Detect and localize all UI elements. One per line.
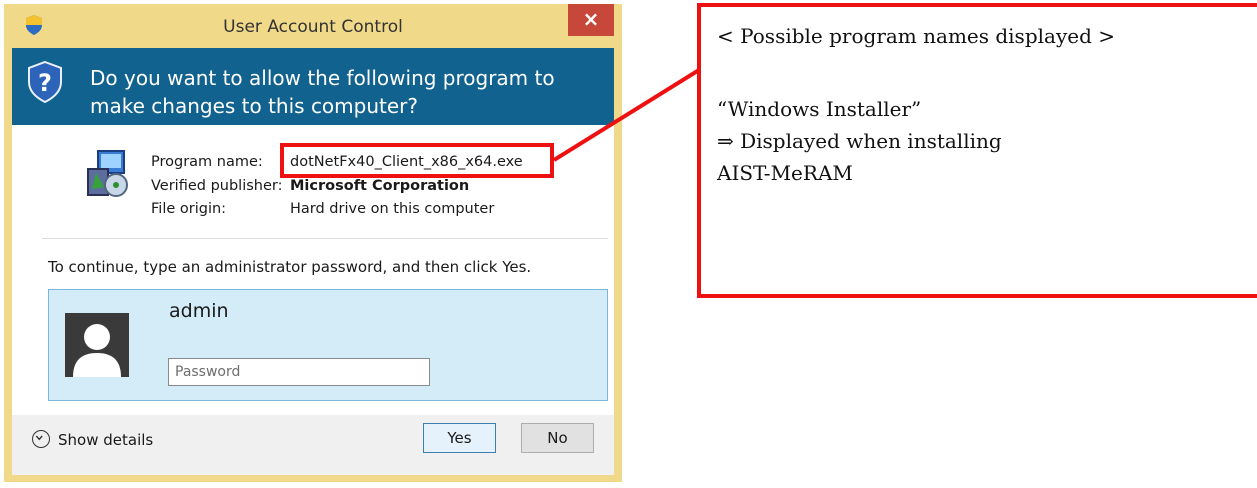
publisher-label: Verified publisher:: [151, 178, 283, 194]
chevron-down-icon[interactable]: [32, 430, 50, 448]
credential-tile[interactable]: admin: [48, 289, 608, 401]
username: admin: [169, 300, 229, 322]
continue-instruction: To continue, type an administrator passw…: [48, 258, 532, 276]
uac-dialog: User Account Control × ? Do you want to …: [4, 4, 622, 482]
callout-note-line2: AIST-MeRAM: [717, 161, 853, 185]
show-details-link[interactable]: Show details: [58, 431, 153, 449]
program-name-label: Program name:: [151, 154, 263, 170]
prompt-question: Do you want to allow the following progr…: [90, 66, 555, 118]
no-button[interactable]: No: [521, 423, 594, 453]
annotation-callout: < Possible program names displayed > “Wi…: [697, 3, 1257, 298]
title-bar: User Account Control ×: [4, 4, 622, 48]
yes-button[interactable]: Yes: [423, 423, 496, 453]
dialog-footer: Show details Yes No: [12, 415, 614, 475]
question-shield-icon: ?: [28, 60, 62, 104]
file-origin-value: Hard drive on this computer: [290, 201, 495, 217]
publisher-row: Verified publisher: Microsoft Corporation: [151, 178, 469, 194]
close-button[interactable]: ×: [568, 4, 614, 36]
svg-text:?: ?: [38, 69, 52, 97]
window-title: User Account Control: [223, 17, 403, 37]
file-origin-row: File origin: Hard drive on this computer: [151, 201, 494, 217]
divider: [42, 238, 608, 239]
installer-program-icon: [87, 150, 128, 197]
publisher-value: Microsoft Corporation: [290, 178, 470, 194]
user-avatar-icon: [65, 313, 129, 377]
file-origin-label: File origin:: [151, 201, 227, 217]
password-input[interactable]: [168, 358, 430, 386]
callout-heading: < Possible program names displayed >: [717, 24, 1115, 48]
program-name-highlight: [280, 143, 554, 178]
header-banner: ? Do you want to allow the following pro…: [12, 48, 614, 125]
callout-program-name: “Windows Installer”: [717, 97, 922, 121]
callout-note-line1: ⇒ Displayed when installing: [717, 129, 1002, 153]
